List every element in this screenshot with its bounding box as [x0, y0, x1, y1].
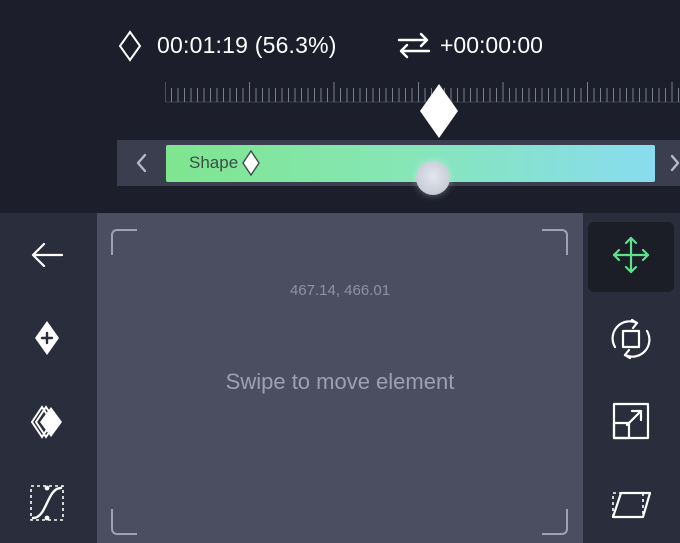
- scale-tool-button[interactable]: [601, 393, 661, 453]
- back-button[interactable]: [17, 227, 77, 287]
- rotate-tool-button[interactable]: [601, 311, 661, 371]
- layers-keyframe-icon: [29, 404, 65, 444]
- frame-corner-bottom-left: [111, 509, 137, 535]
- chevron-left-icon[interactable]: [130, 150, 154, 176]
- move-tool-button[interactable]: [588, 222, 674, 292]
- frame-corner-top-right: [542, 229, 568, 255]
- keyframe-layers-button[interactable]: [17, 394, 77, 454]
- back-arrow-icon: [29, 240, 65, 275]
- add-keyframe-button[interactable]: [17, 310, 77, 370]
- timeline-panel: 00:01:19 (56.3%) +00:00:00 Shape: [0, 0, 680, 213]
- time-offset: +00:00:00: [440, 32, 543, 58]
- add-keyframe-icon: [34, 320, 60, 361]
- skew-tool-button[interactable]: [601, 476, 661, 536]
- repeat-icon[interactable]: [396, 30, 432, 65]
- left-toolbar: [0, 213, 97, 543]
- frame-corner-top-left: [111, 229, 137, 255]
- frame-corner-bottom-right: [542, 509, 568, 535]
- current-time: 00:01:19 (56.3%): [157, 32, 337, 58]
- playhead-keyframe[interactable]: [418, 84, 460, 145]
- chevron-right-icon[interactable]: [668, 150, 680, 176]
- shape-clip[interactable]: Shape: [166, 145, 655, 182]
- time-row: 00:01:19 (56.3%) +00:00:00: [0, 28, 680, 64]
- move-icon: [611, 235, 651, 280]
- swipe-hint: Swipe to move element: [225, 369, 455, 394]
- keyframe-outline-icon[interactable]: [118, 30, 142, 67]
- preview-canvas[interactable]: 467.14, 466.01 Swipe to move element: [97, 213, 583, 543]
- clip-label: Shape: [189, 153, 239, 172]
- easing-curve-button[interactable]: [17, 475, 77, 535]
- clip-keyframe-icon[interactable]: [242, 149, 260, 181]
- easing-curve-icon: [29, 484, 65, 527]
- scrub-handle[interactable]: [416, 161, 450, 195]
- scale-icon: [611, 401, 651, 446]
- position-readout: 467.14, 466.01: [289, 282, 391, 299]
- right-toolbar: [583, 213, 680, 543]
- skew-icon: [610, 487, 652, 526]
- rotate-icon: [607, 317, 655, 366]
